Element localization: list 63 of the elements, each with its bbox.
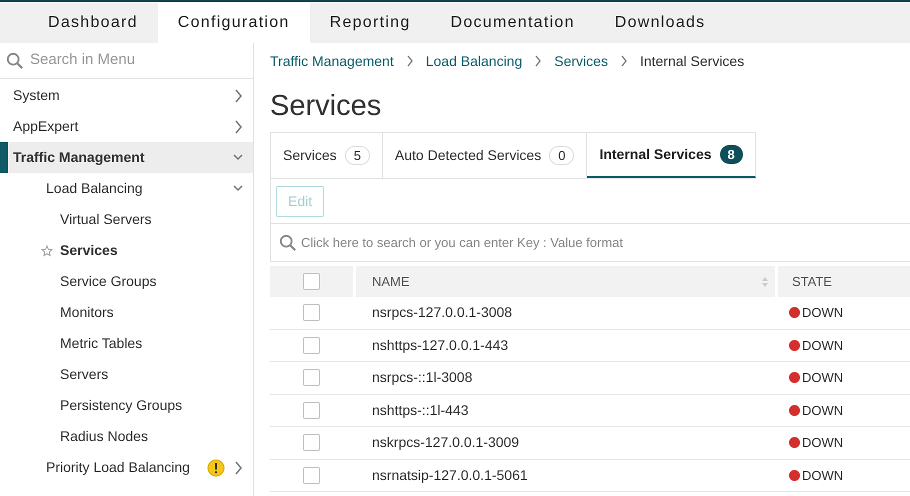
breadcrumb-link[interactable]: Load Balancing [426, 50, 522, 72]
table-cell-text: nskrpcs-127.0.0.1-3009 [371, 433, 520, 452]
table-cell-text: DOWN [802, 402, 844, 420]
nav-tab[interactable]: Configuration [158, 2, 310, 43]
table-cell-text: DOWN [802, 369, 844, 387]
sidebar-item[interactable]: System [0, 80, 253, 111]
table-cell-text: DOWN [802, 434, 844, 452]
tab[interactable]: Auto Detected Services 0 [382, 133, 588, 178]
table-cell-text: nsrpcs-127.0.0.1-3008 [371, 303, 514, 322]
checkbox[interactable] [303, 304, 320, 322]
table-cell-text: nsrpcs-::1l-3008 [371, 368, 474, 388]
checkbox[interactable] [303, 466, 320, 484]
nav-tab[interactable]: Downloads [594, 2, 726, 43]
sidebar-item[interactable]: Service Groups [0, 266, 253, 297]
sidebar-item[interactable]: Radius Nodes [0, 421, 253, 452]
sidebar-item[interactable]: Priority Load Balancing [0, 452, 253, 483]
sidebar-item[interactable]: Load Balancing [0, 173, 253, 204]
sidebar-item[interactable]: Virtual Servers [0, 204, 253, 235]
count-badge: 5 [344, 146, 370, 165]
table-header-cell[interactable]: NAME [356, 266, 775, 297]
breadcrumb-link[interactable]: Traffic Management [270, 50, 394, 72]
checkbox[interactable] [303, 434, 320, 452]
checkbox[interactable] [303, 336, 320, 354]
chevron-icon [233, 88, 243, 102]
tab[interactable]: Services 5 [271, 133, 383, 178]
tab[interactable]: Internal Services 8 [587, 133, 756, 178]
selection-bar [0, 142, 8, 173]
nav-tab[interactable]: Dashboard [28, 2, 158, 43]
table-search-field[interactable]: Click here to search or you can enter Key : Value format [301, 232, 910, 252]
star-icon[interactable] [41, 244, 53, 256]
chevron-icon [534, 55, 542, 67]
sidebar-item[interactable]: Persistency Groups [0, 390, 253, 421]
table-header-cell: STATE [778, 266, 910, 297]
sidebar-item[interactable]: Metric Tables [0, 328, 253, 359]
page-title: Services [270, 89, 382, 124]
checkbox[interactable] [303, 369, 320, 386]
chevron-icon [620, 55, 628, 67]
sort-icon [761, 276, 769, 288]
search-icon [6, 52, 24, 70]
sidebar-item[interactable]: AppExpert [0, 111, 253, 142]
chevron-icon [406, 55, 414, 67]
table-cell-text: nshttps-127.0.0.1-443 [371, 336, 510, 355]
checkbox[interactable] [303, 273, 320, 290]
sidebar-item[interactable]: Traffic Management [0, 142, 253, 173]
table-cell-text: nshttps-::1l-443 [371, 400, 470, 420]
count-badge: 8 [720, 145, 743, 164]
count-badge: 0 [549, 146, 574, 165]
table-cell-text: nsrnatsip-127.0.0.1-5061 [371, 466, 529, 485]
sidebar-item[interactable]: Servers [0, 359, 253, 390]
search-icon [279, 234, 297, 252]
table-cell-text: DOWN [802, 304, 844, 322]
table-cell-text: DOWN [802, 336, 844, 354]
table-cell-text: DOWN [802, 466, 844, 484]
breadcrumb-link[interactable]: Services [554, 50, 608, 72]
sidebar-item[interactable]: Services [0, 235, 253, 266]
nav-tab[interactable]: Reporting [310, 2, 431, 43]
breadcrumb-current: Internal Services [640, 52, 744, 70]
menu-search-field[interactable]: Search in Menu [30, 49, 253, 72]
sidebar-item[interactable]: Monitors [0, 297, 253, 328]
chevron-icon [233, 460, 243, 474]
chevron-icon [233, 120, 243, 134]
nav-tab[interactable]: Documentation [430, 2, 595, 43]
checkbox[interactable] [303, 402, 320, 419]
